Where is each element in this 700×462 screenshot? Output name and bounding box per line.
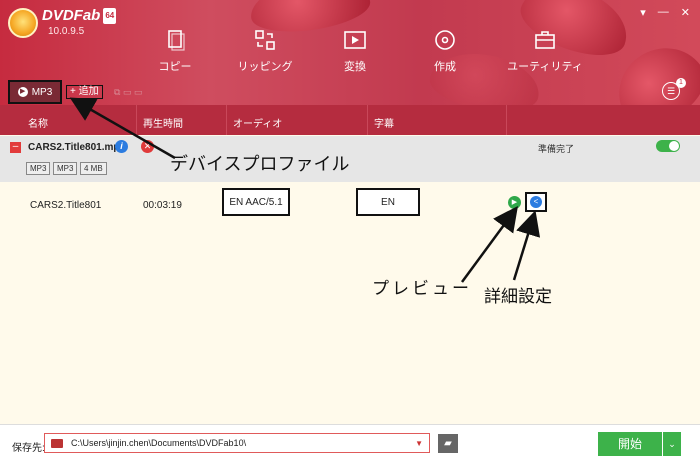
annotation-profile: デバイスプロファイル [170, 154, 350, 175]
title-row[interactable]: – CARS2.Title801.mp4 i ✕ MP3 MP3 4 MB 準備… [0, 136, 700, 182]
nav-copy[interactable]: コピー [130, 28, 220, 74]
start-options-chevron-icon[interactable]: ⌄ [663, 432, 681, 456]
column-audio: オーディオ [233, 119, 283, 130]
enable-toggle[interactable] [656, 140, 680, 152]
app-arch-badge: 64 [103, 8, 117, 24]
settings-arrow [512, 210, 541, 281]
folder-open-icon: ▰ [444, 438, 452, 449]
nav-copy-label: コピー [158, 61, 192, 73]
column-divider [226, 105, 227, 135]
audio-select[interactable]: EN AAC/5.1 [222, 188, 290, 216]
title-filename: CARS2.Title801.mp4 [28, 142, 126, 153]
advanced-settings-button[interactable]: < [525, 192, 547, 212]
dvdfab-logo-icon [8, 8, 38, 38]
app-logo: DVDFab 64 10.0.9.5 [8, 7, 117, 40]
nav-ripper[interactable]: リッピング [220, 28, 310, 74]
merge-icon: ⧉ ▭ ▭ [114, 87, 143, 97]
add-button-label: 追加 [78, 86, 99, 97]
device-profile-button[interactable]: ▶ MP3 [8, 80, 62, 104]
nav-converter-label: 変換 [344, 61, 366, 73]
status-text: 準備完了 [538, 144, 575, 154]
track-duration: 00:03:19 [143, 200, 182, 211]
remove-icon[interactable]: ✕ [141, 140, 154, 153]
collapse-icon[interactable]: – [10, 142, 21, 153]
audio-tag: MP3 [53, 162, 78, 175]
nav-creator-label: 作成 [434, 61, 456, 73]
size-tag: 4 MB [80, 162, 107, 175]
task-count-badge: 1 [676, 78, 686, 88]
column-header: 名称 再生時間 オーディオ 字幕 [0, 105, 700, 135]
nav-utilities[interactable]: ユーティリティ [490, 28, 600, 74]
track-name: CARS2.Title801 [30, 200, 102, 211]
subtitle-select[interactable]: EN [356, 188, 420, 216]
toolbox-icon [535, 31, 555, 49]
plus-icon: + [70, 86, 76, 97]
output-path-field[interactable]: C:\Users\jinjin.chen\Documents\DVDFab10\… [44, 433, 430, 453]
save-to-label: 保存先: [12, 443, 45, 454]
bottom-bar: 保存先: C:\Users\jinjin.chen\Documents\DVDF… [0, 424, 700, 462]
main-nav: コピー リッピング 変換 作成 ユーティリティ [130, 28, 600, 74]
app-name: DVDFab [42, 7, 101, 24]
copy-icon [168, 30, 185, 51]
column-divider [506, 105, 507, 135]
chevron-down-icon[interactable]: ▼ [415, 439, 423, 448]
add-button[interactable]: + 追加 [66, 85, 103, 99]
toolbar: ▶ MP3 + 追加 ⧉ ▭ ▭ ☰ 1 [0, 78, 700, 104]
nav-utilities-label: ユーティリティ [507, 61, 583, 73]
output-path-value: C:\Users\jinjin.chen\Documents\DVDFab10\ [71, 438, 247, 448]
play-icon: ▶ [17, 87, 28, 97]
minimize-icon[interactable]: — [658, 6, 669, 19]
profile-label: MP3 [31, 86, 53, 98]
folder-icon [51, 438, 63, 448]
dropdown-menu-icon[interactable]: ▾ [640, 6, 646, 19]
app-header: DVDFab 64 10.0.9.5 ▾ — ✕ コピー リッピング 変換 作成 … [0, 0, 700, 105]
nav-converter[interactable]: 変換 [310, 28, 400, 74]
nav-creator[interactable]: 作成 [400, 28, 490, 74]
ripper-icon [255, 30, 275, 50]
preview-arrow [460, 205, 518, 283]
app-version: 10.0.9.5 [48, 26, 85, 37]
close-icon[interactable]: ✕ [681, 6, 690, 19]
start-button[interactable]: 開始 [598, 432, 662, 456]
column-divider [136, 105, 137, 135]
column-name: 名称 [28, 119, 48, 130]
column-duration: 再生時間 [143, 119, 183, 130]
browse-folder-button[interactable]: ▰ [438, 434, 458, 453]
format-tag: MP3 [26, 162, 51, 175]
share-settings-icon: < [530, 196, 542, 208]
nav-ripper-label: リッピング [237, 61, 293, 73]
subtitle-value: EN [381, 196, 395, 208]
info-icon[interactable]: i [115, 140, 128, 153]
annotation-preview: プレビュー [372, 279, 472, 299]
annotation-advanced: 詳細設定 [484, 287, 552, 307]
column-subtitle: 字幕 [374, 119, 394, 130]
window-controls: ▾ — ✕ [640, 6, 690, 19]
creator-icon [435, 30, 455, 50]
track-row[interactable]: CARS2.Title801 00:03:19 [0, 186, 700, 220]
audio-value: EN AAC/5.1 [229, 196, 283, 208]
column-divider [367, 105, 368, 135]
preview-play-icon[interactable]: ▶ [508, 196, 521, 209]
list-icon: ☰ [666, 86, 676, 96]
converter-icon [344, 31, 366, 49]
